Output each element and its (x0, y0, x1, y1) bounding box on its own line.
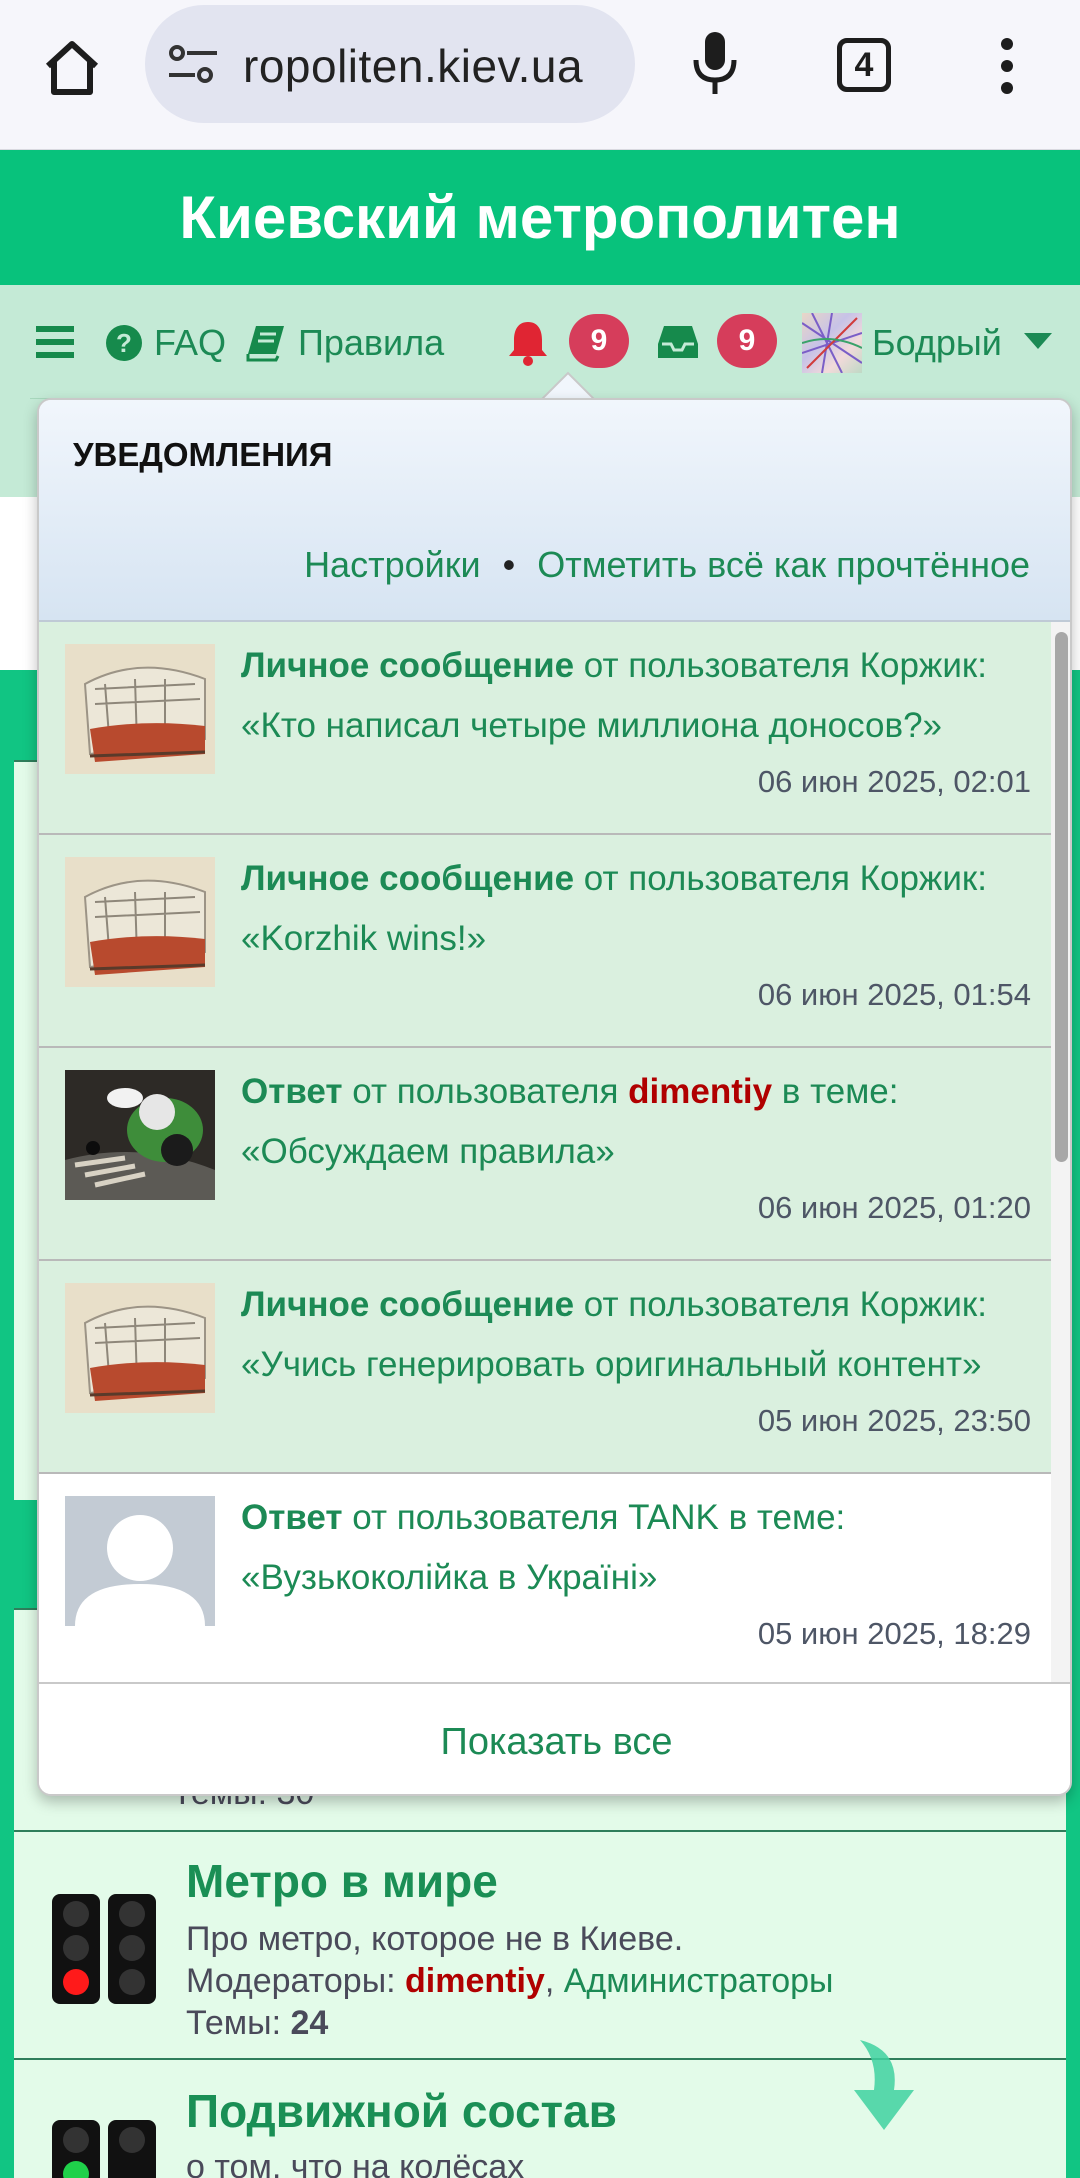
dropdown-pointer (540, 371, 596, 401)
faq-link[interactable]: ? FAQ (104, 318, 226, 368)
site-title[interactable]: Киевский метрополитен (0, 150, 1080, 285)
notification-item[interactable]: Ответ от пользователя TANK в теме: «Вузь… (39, 1474, 1051, 1687)
show-all-link[interactable]: Показать все (39, 1682, 1070, 1794)
forum-moderators: Модераторы: dimentiy, Администраторы (186, 1962, 834, 2001)
tram-avatar (65, 857, 215, 987)
forum-title[interactable]: Метро в мире (186, 1854, 498, 1908)
notification-subject: «Учись генерировать оригинальный контент… (241, 1345, 982, 1384)
notification-time: 06 июн 2025, 01:54 (757, 977, 1031, 1012)
scroll-down-icon[interactable] (850, 2040, 918, 2130)
notification-subject: «Вузькоколійка в Україні» (241, 1558, 658, 1597)
bell-icon[interactable] (506, 318, 550, 366)
notification-subject: «Korzhik wins!» (241, 919, 487, 958)
separator: • (502, 544, 516, 585)
rules-label: Правила (298, 322, 445, 363)
username-label: Бодрый (872, 322, 1002, 363)
notification-kind: Личное сообщение (241, 1285, 575, 1324)
svg-text:?: ? (116, 328, 132, 358)
notification-subject: «Кто написал четыре миллиона доносов?» (241, 706, 943, 745)
home-icon[interactable] (40, 36, 104, 100)
chevron-down-icon[interactable] (1024, 333, 1052, 349)
faq-label: FAQ (154, 322, 227, 363)
mark-all-read-link[interactable]: Отметить всё как прочтённое (537, 544, 1030, 585)
address-bar[interactable]: ropoliten.kiev.ua (145, 5, 635, 123)
moderators-separator: , (544, 1962, 564, 2000)
moderator-group-link[interactable]: Администраторы (564, 1962, 834, 2000)
default-user-avatar (65, 1496, 215, 1626)
notifications-title: УВЕДОМЛЕНИЯ (73, 436, 333, 473)
tram-avatar (65, 644, 215, 774)
notifications-header: УВЕДОМЛЕНИЯ Настройки • Отметить всё как п… (39, 400, 1070, 622)
browser-toolbar: ropoliten.kiev.ua 4 (0, 0, 1080, 150)
moderator-link[interactable]: dimentiy (405, 1962, 545, 2000)
notifications-count-badge[interactable]: 9 (569, 314, 629, 368)
scrollbar-thumb[interactable] (1055, 632, 1068, 1162)
book-icon (246, 326, 284, 362)
notification-from: от пользователя Коржик: (574, 1285, 987, 1324)
notification-kind: Личное сообщение (241, 646, 575, 685)
notification-line: Личное сообщение от пользователя Коржик: (241, 646, 987, 686)
notification-user-link[interactable]: dimentiy (628, 1072, 772, 1111)
notifications-actions: Настройки • Отметить всё как прочтённое (304, 544, 1030, 586)
menu-icon[interactable] (36, 326, 74, 358)
notification-time: 05 июн 2025, 18:29 (757, 1616, 1031, 1651)
tram-avatar (65, 1283, 215, 1413)
notification-item[interactable]: Личное сообщение от пользователя Коржик:… (39, 622, 1051, 835)
username-link[interactable]: Бодрый (872, 318, 1002, 368)
question-icon: ? (106, 325, 142, 361)
motorcycle-avatar (65, 1070, 215, 1200)
notification-topic-suffix: в теме: (772, 1072, 899, 1111)
notification-time: 06 июн 2025, 01:20 (757, 1190, 1031, 1225)
rules-link[interactable]: Правила (246, 318, 444, 368)
topics-count: 24 (290, 2004, 329, 2042)
tab-switcher-button[interactable]: 4 (837, 38, 891, 92)
notification-kind: Личное сообщение (241, 859, 575, 898)
notification-time: 06 июн 2025, 02:01 (757, 764, 1031, 799)
topics-label: Темы: (186, 2004, 291, 2042)
notification-from: от пользователя TANK в теме: (342, 1498, 846, 1537)
notification-item[interactable]: Ответ от пользователя dimentiy в теме: «… (39, 1048, 1051, 1261)
inbox-icon[interactable] (656, 322, 700, 362)
forum-description: о том, что на колёсах (186, 2148, 525, 2178)
notification-line: Личное сообщение от пользователя Коржик: (241, 1285, 987, 1325)
notification-kind: Ответ (241, 1498, 343, 1537)
url-text: ropoliten.kiev.ua (243, 40, 584, 92)
forum-status-icon (52, 1894, 156, 2004)
site-settings-icon[interactable] (167, 43, 219, 87)
notification-item[interactable]: Личное сообщение от пользователя Коржик:… (39, 1261, 1051, 1474)
notification-line: Личное сообщение от пользователя Коржик: (241, 859, 987, 899)
notification-time: 05 июн 2025, 23:50 (757, 1403, 1031, 1438)
notification-kind: Ответ (241, 1072, 343, 1111)
forum-row[interactable]: Метро в мире Про метро, которое не в Кие… (14, 1830, 1066, 2058)
notification-line: Ответ от пользователя dimentiy в теме: (241, 1072, 898, 1112)
forum-topics: Темы: 24 (186, 2004, 328, 2043)
notifications-dropdown: УВЕДОМЛЕНИЯ Настройки • Отметить всё как п… (37, 398, 1072, 1796)
notification-from: от пользователя Коржик: (574, 646, 987, 685)
notification-subject: «Обсуждаем правила» (241, 1132, 615, 1171)
forum-description: Про метро, которое не в Киеве. (186, 1920, 684, 1958)
notification-from: от пользователя Коржик: (574, 859, 987, 898)
notifications-list: Личное сообщение от пользователя Коржик:… (39, 622, 1051, 1687)
notification-item[interactable]: Личное сообщение от пользователя Коржик:… (39, 835, 1051, 1048)
messages-count-badge[interactable]: 9 (717, 314, 777, 368)
notification-line: Ответ от пользователя TANK в теме: (241, 1498, 845, 1538)
notification-settings-link[interactable]: Настройки (304, 544, 481, 585)
notification-from: от пользователя (342, 1072, 629, 1111)
forum-status-icon (52, 2120, 156, 2178)
moderators-label: Модераторы: (186, 1962, 406, 2000)
more-menu-icon[interactable] (995, 36, 1019, 96)
forum-title[interactable]: Подвижной состав (186, 2084, 617, 2138)
user-avatar[interactable] (801, 312, 863, 374)
microphone-icon[interactable] (690, 30, 740, 98)
